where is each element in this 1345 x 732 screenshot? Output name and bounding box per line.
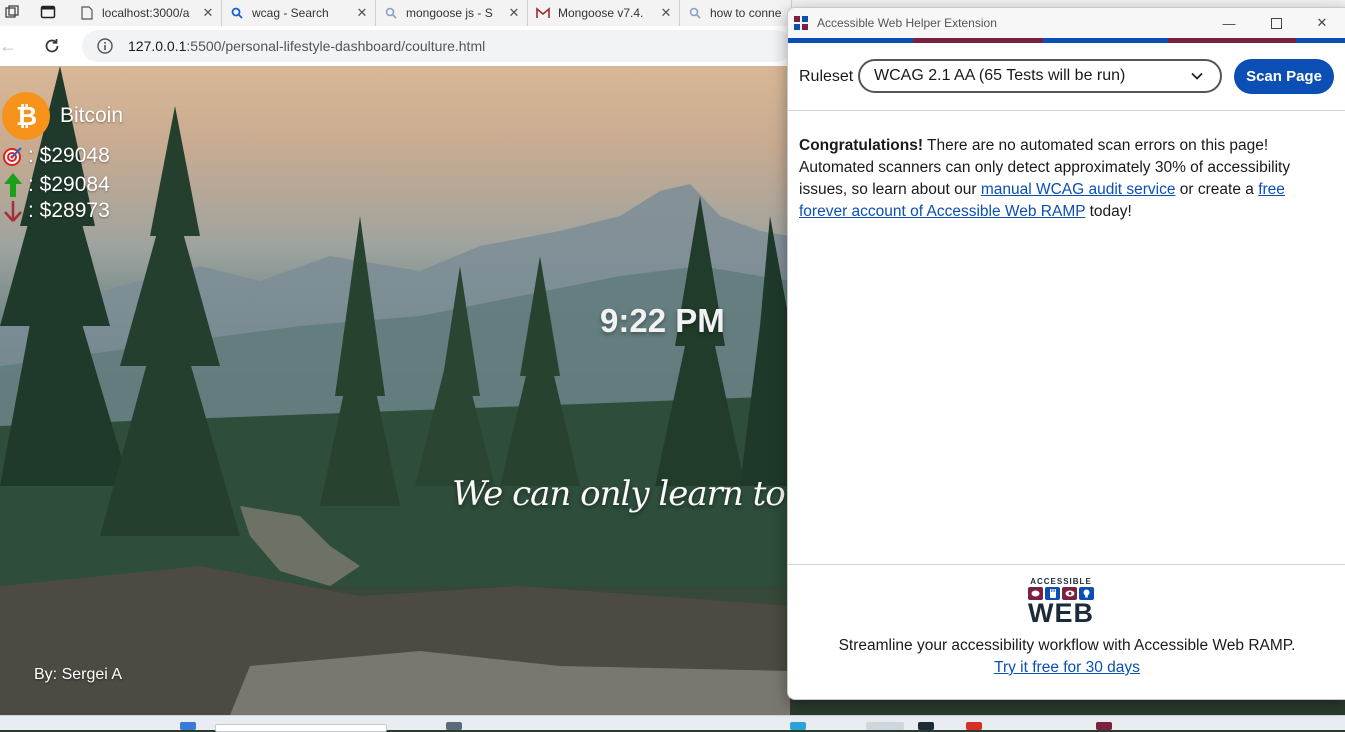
url-field[interactable]: 127.0.0.1:5500/personal-lifestyle-dashbo… — [82, 30, 792, 62]
current-price-value: : $29048 — [28, 144, 110, 167]
tab-label: wcag - Search — [252, 6, 329, 20]
logo-small-text: ACCESSIBLE — [1030, 577, 1092, 586]
congratulations-text: Congratulations! — [799, 137, 923, 154]
current-price: : $29048 — [2, 144, 110, 168]
close-tab-icon[interactable]: ✕ — [507, 5, 521, 21]
url-text: 127.0.0.1:5500/personal-lifestyle-dashbo… — [128, 38, 486, 54]
crypto-name: Bitcoin — [60, 104, 124, 127]
close-tab-icon[interactable]: ✕ — [355, 5, 369, 21]
close-icon[interactable]: ✕ — [1313, 14, 1331, 32]
search-icon — [688, 6, 702, 20]
tab-label: mongoose js - S — [406, 6, 493, 20]
mongoose-icon — [536, 6, 550, 20]
ruleset-selected-value: WCAG 2.1 AA (65 Tests will be run) — [874, 67, 1126, 84]
mountain-landscape-background — [0, 66, 790, 715]
accessible-web-logo: ACCESSIBLE WEB — [1026, 577, 1096, 629]
refresh-icon[interactable] — [40, 34, 64, 58]
accessible-web-helper-popup: Accessible Web Helper Extension — ✕ Rule… — [787, 7, 1345, 700]
clock-time: 9:22 PM — [600, 302, 725, 339]
tab-label: Mongoose v7.4. — [558, 6, 644, 20]
ruleset-label: Ruleset — [799, 68, 854, 85]
tab-mongoose-docs[interactable]: Mongoose v7.4. ✕ — [528, 0, 680, 26]
down-arrow-icon — [2, 199, 24, 223]
tab-mongoose-search[interactable]: mongoose js - S ✕ — [376, 0, 528, 26]
low-price: : $28973 — [2, 199, 110, 223]
bitcoin-logo-icon: ₿ — [2, 92, 50, 140]
up-arrow-icon — [2, 173, 24, 197]
taskbar-search-box[interactable] — [215, 724, 387, 732]
free-trial-link[interactable]: Try it free for 30 days — [788, 659, 1345, 677]
divider — [788, 110, 1345, 111]
extension-app-icon — [794, 16, 808, 30]
tab-label: how to conne — [710, 6, 782, 20]
close-tab-icon[interactable]: ✕ — [659, 5, 673, 21]
tab-wcag-search[interactable]: wcag - Search ✕ — [222, 0, 376, 26]
minimize-icon[interactable]: — — [1220, 14, 1238, 32]
target-icon — [2, 144, 24, 168]
tab-localhost[interactable]: localhost:3000/a ✕ — [72, 0, 222, 26]
quote-text: We can only learn to love by — [452, 474, 790, 514]
logo-big-text: WEB — [1028, 598, 1094, 628]
info-icon[interactable] — [96, 37, 114, 55]
message-text: today! — [1085, 203, 1132, 220]
back-arrow-icon[interactable]: ← — [0, 34, 20, 58]
tab-actions-icon[interactable] — [40, 4, 56, 20]
brand-color-stripe — [788, 38, 1345, 43]
scan-result-message: Congratulations! There are no automated … — [799, 135, 1314, 223]
author-credit: By: Sergei A — [34, 666, 123, 683]
tab-label: localhost:3000/a — [102, 6, 190, 20]
tab-how-to-connect[interactable]: how to conne — [680, 0, 792, 26]
close-tab-icon[interactable]: ✕ — [201, 5, 215, 21]
divider — [788, 564, 1345, 565]
address-bar-row: ← 127.0.0.1:5500/personal-lifestyle-dash… — [0, 26, 792, 66]
ruleset-select[interactable]: WCAG 2.1 AA (65 Tests will be run) — [858, 59, 1222, 93]
page-icon — [80, 6, 94, 20]
low-price-value: : $28973 — [28, 199, 110, 222]
high-price: : $29084 — [2, 173, 110, 197]
maximize-icon[interactable] — [1267, 14, 1285, 32]
popup-title-bar: Accessible Web Helper Extension — ✕ — [788, 8, 1345, 38]
search-icon — [230, 6, 244, 20]
manual-audit-link[interactable]: manual WCAG audit service — [981, 181, 1176, 198]
crypto-header: ₿ Bitcoin — [2, 92, 123, 140]
message-text: or create a — [1175, 181, 1259, 198]
workspaces-icon[interactable] — [4, 4, 20, 20]
svg-text:₿: ₿ — [16, 102, 37, 131]
os-taskbar — [0, 715, 1345, 732]
chevron-down-icon — [1191, 72, 1203, 80]
dashboard-page: ₿ Bitcoin : $29048 : $29084 : $28973 9:2… — [0, 66, 790, 715]
popup-title: Accessible Web Helper Extension — [817, 16, 997, 30]
search-icon — [384, 6, 398, 20]
scan-page-button[interactable]: Scan Page — [1234, 59, 1334, 94]
high-price-value: : $29084 — [28, 173, 110, 196]
promo-text: Streamline your accessibility workflow w… — [838, 637, 1296, 654]
